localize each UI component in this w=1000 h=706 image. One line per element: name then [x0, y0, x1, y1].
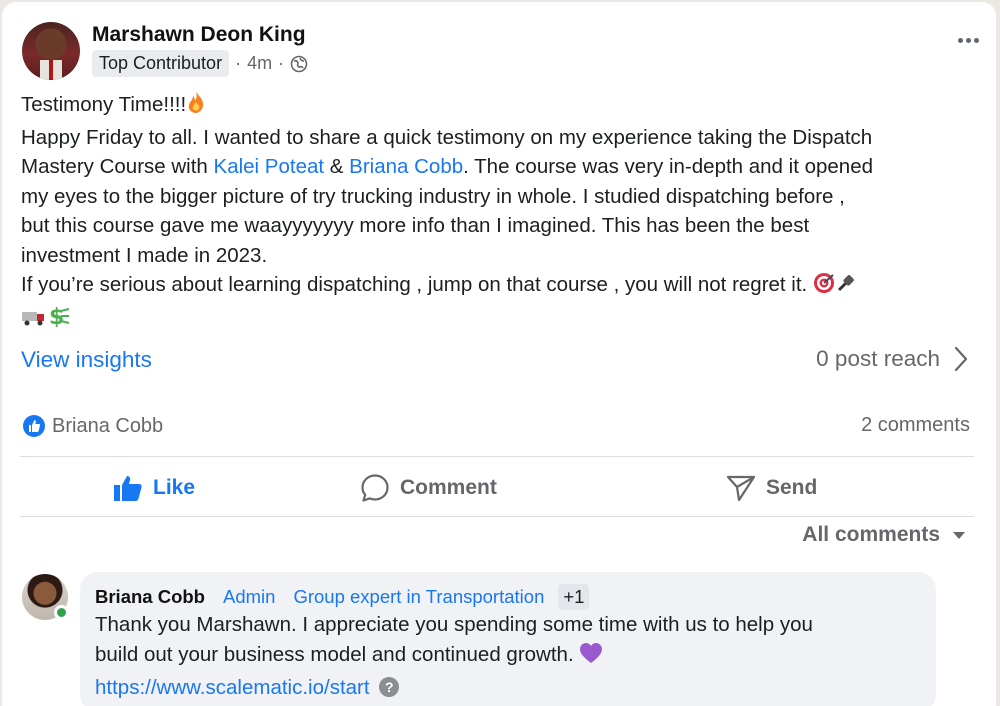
post-actions: Like Comment Send — [20, 462, 974, 514]
help-icon[interactable]: ? — [379, 677, 400, 697]
comment-bubble: Briana Cobb Admin Group expert in Transp… — [80, 572, 936, 706]
post-text-segment: Mastery Course with — [21, 155, 214, 178]
post-line: my eyes to the bigger picture of try tru… — [21, 184, 845, 208]
comment-text-segment: build out your business model and contin… — [95, 643, 574, 666]
comment-label: Comment — [400, 476, 497, 499]
more-options-icon[interactable] — [958, 38, 979, 43]
top-contributor-badge[interactable]: Top Contributor — [92, 50, 230, 77]
comments-count[interactable]: 2 comments — [861, 414, 970, 437]
comment-link[interactable]: https://www.scalematic.io/start — [95, 676, 370, 699]
post-time[interactable]: 4m — [247, 53, 272, 74]
online-status-dot — [54, 605, 69, 620]
admin-badge[interactable]: Admin — [223, 586, 275, 608]
plug-emoji — [835, 272, 857, 303]
all-comments-dropdown[interactable]: All comments — [802, 523, 966, 547]
post-text-segment: . The course was very in-depth and it op… — [463, 155, 874, 178]
post-text-segment: & — [324, 155, 350, 178]
post-reach-label: 0 post reach — [816, 346, 940, 371]
post-card: Marshawn Deon King Top Contributor · 4m … — [2, 2, 996, 706]
money-emoji: $ — [47, 305, 71, 336]
caret-down-icon — [953, 531, 965, 539]
reactions-summary[interactable]: Briana Cobb — [22, 414, 163, 438]
post-line: but this course gave me waayyyyyyy more … — [21, 214, 810, 237]
comment-body: Thank you Marshawn. I appreciate you spe… — [95, 610, 925, 703]
purple-heart-emoji — [579, 642, 603, 673]
send-button[interactable]: Send — [726, 462, 817, 514]
mention-link[interactable]: Briana Cobb — [349, 155, 463, 178]
meta-separator: · — [235, 53, 242, 73]
group-expert-badge[interactable]: Group expert in Transportation — [293, 586, 544, 608]
post-text-segment: Testimony Time!!!! — [21, 93, 187, 116]
comment-line: Thank you Marshawn. I appreciate you spe… — [95, 613, 813, 636]
all-comments-label: All comments — [802, 523, 940, 546]
comment-line: https://www.scalematic.io/start ? — [95, 673, 925, 703]
post-line: Happy Friday to all. I wanted to share a… — [21, 125, 873, 149]
commenter-name[interactable]: Briana Cobb — [95, 586, 205, 608]
divider — [20, 456, 974, 457]
author-avatar[interactable] — [22, 22, 80, 80]
like-reaction-icon — [23, 415, 45, 437]
post-line: If you’re serious about learning dispatc… — [21, 270, 976, 303]
send-label: Send — [766, 476, 818, 499]
post-line: Testimony Time!!!! — [21, 90, 976, 123]
comment-button[interactable]: Comment — [360, 462, 497, 514]
post-line: $ — [21, 303, 976, 336]
post-line: Mastery Course with Kalei Poteat & Brian… — [21, 152, 976, 182]
send-icon — [726, 475, 756, 502]
fire-emoji — [186, 90, 206, 123]
post-text-segment: If you’re serious about learning dispatc… — [21, 273, 808, 296]
comment-line: build out your business model and contin… — [95, 640, 925, 673]
post-reach[interactable]: 0 post reach — [816, 346, 968, 372]
target-emoji — [813, 272, 835, 303]
meta-separator: · — [278, 53, 285, 73]
comment-icon — [361, 474, 389, 502]
globe-icon — [290, 55, 308, 72]
post-body: Testimony Time!!!! Happy Friday to all. … — [21, 90, 976, 335]
mention-link[interactable]: Kalei Poteat — [214, 155, 325, 178]
chevron-right-icon — [954, 346, 968, 372]
like-label: Like — [153, 476, 196, 499]
comment-header: Briana Cobb Admin Group expert in Transp… — [95, 584, 590, 610]
reactor-name: Briana Cobb — [52, 414, 164, 437]
truck-emoji — [21, 306, 47, 336]
like-button[interactable]: Like — [113, 462, 195, 514]
author-name[interactable]: Marshawn Deon King — [92, 23, 306, 47]
more-badges-button[interactable]: +1 — [558, 584, 590, 610]
post-meta: Top Contributor · 4m · — [92, 50, 308, 77]
view-insights-link[interactable]: View insights — [21, 347, 152, 373]
divider — [20, 516, 974, 517]
thumbs-up-icon — [114, 476, 142, 501]
post-line: investment I made in 2023. — [21, 243, 268, 267]
